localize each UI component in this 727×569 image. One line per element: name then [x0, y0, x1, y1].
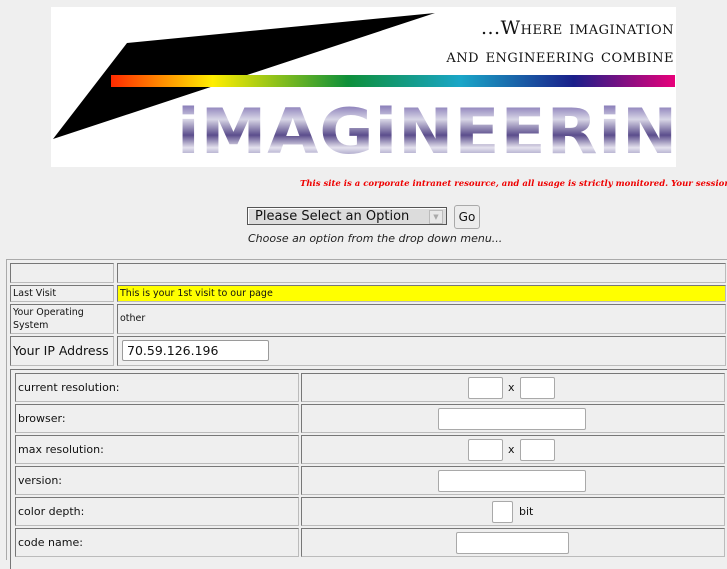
- last-visit-label: Last Visit: [13, 288, 57, 299]
- last-visit-value-cell: This is your 1st visit to our page: [117, 285, 726, 302]
- header-cell-left: [10, 263, 114, 283]
- ip-address-field[interactable]: 70.59.126.196: [122, 340, 269, 361]
- color-depth-label-cell: color depth:: [15, 497, 299, 526]
- color-depth-label: color depth:: [18, 505, 85, 518]
- current-resolution-width-field[interactable]: [468, 377, 503, 399]
- code-name-label-cell: code name:: [15, 528, 299, 557]
- browser-label: browser:: [18, 412, 66, 425]
- color-depth-field[interactable]: [492, 501, 513, 523]
- current-resolution-label: current resolution:: [18, 381, 120, 394]
- logo-wordmark: iMAGiNEERiNG: [177, 100, 676, 164]
- version-label-cell: version:: [15, 466, 299, 495]
- os-value-cell: other: [117, 304, 726, 334]
- imagineering-logo: ...Where imagination and engineering com…: [51, 7, 676, 167]
- last-visit-value: This is your 1st visit to our page: [120, 288, 273, 299]
- last-visit-label-cell: Last Visit: [10, 285, 114, 302]
- max-resolution-height-field[interactable]: [520, 439, 555, 461]
- color-depth-unit: bit: [519, 505, 534, 518]
- color-depth-value-cell: bit: [301, 497, 725, 526]
- monitoring-notice: This site is a corporate intranet resour…: [300, 179, 727, 189]
- current-resolution-height-field[interactable]: [520, 377, 555, 399]
- resolution-separator: x: [508, 381, 515, 394]
- code-name-field[interactable]: [456, 532, 569, 554]
- client-info-table: current resolution: x browser: max resol…: [10, 369, 727, 569]
- code-name-value-cell: [301, 528, 725, 557]
- os-value: other: [120, 313, 146, 324]
- header-cell-right: [117, 263, 726, 283]
- browser-value-cell: [301, 404, 725, 433]
- os-label: Your Operating System: [13, 307, 84, 331]
- ip-label-cell: Your IP Address: [10, 336, 114, 366]
- browser-field[interactable]: [438, 408, 586, 430]
- ip-value-cell: 70.59.126.196: [117, 336, 726, 366]
- select-hint: Choose an option from the drop down menu…: [248, 232, 503, 245]
- spectrum-bar: [111, 75, 675, 87]
- option-select[interactable]: Please Select an Option ▼: [247, 207, 447, 225]
- logo-tagline-2: and engineering combine: [446, 45, 674, 67]
- version-value-cell: [301, 466, 725, 495]
- go-button[interactable]: Go: [454, 205, 480, 229]
- max-resolution-separator: x: [508, 443, 515, 456]
- visitor-info-table: Last Visit This is your 1st visit to our…: [6, 259, 727, 569]
- max-resolution-label: max resolution:: [18, 443, 104, 456]
- code-name-label: code name:: [18, 536, 83, 549]
- version-field[interactable]: [438, 470, 586, 492]
- max-resolution-label-cell: max resolution:: [15, 435, 299, 464]
- max-resolution-value-cell: x: [301, 435, 725, 464]
- current-resolution-label-cell: current resolution:: [15, 373, 299, 402]
- logo-tagline-1: ...Where imagination: [480, 17, 674, 39]
- max-resolution-width-field[interactable]: [468, 439, 503, 461]
- select-value: Please Select an Option: [255, 209, 410, 224]
- version-label: version:: [18, 474, 62, 487]
- browser-label-cell: browser:: [15, 404, 299, 433]
- dropdown-arrow-icon[interactable]: ▼: [429, 210, 443, 224]
- os-label-cell: Your Operating System: [10, 304, 114, 334]
- ip-label: Your IP Address: [13, 343, 109, 358]
- current-resolution-value-cell: x: [301, 373, 725, 402]
